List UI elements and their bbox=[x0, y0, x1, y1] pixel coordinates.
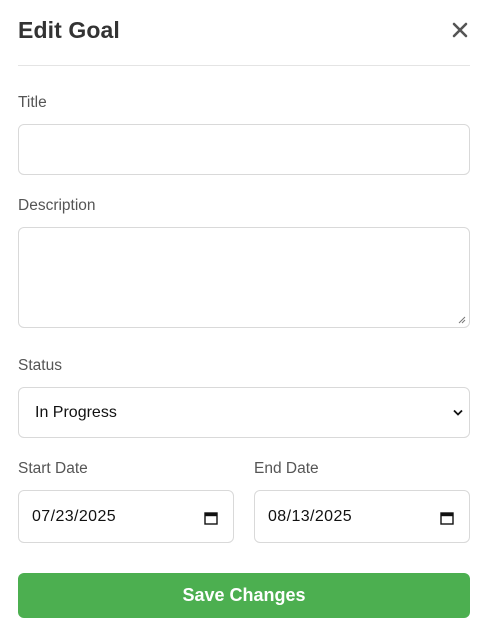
end-date-value: 08/13/2025 bbox=[268, 507, 353, 525]
calendar-icon[interactable] bbox=[204, 511, 218, 525]
save-changes-button[interactable]: Save Changes bbox=[18, 573, 470, 618]
calendar-icon[interactable] bbox=[440, 511, 454, 525]
status-select[interactable]: In Progress bbox=[18, 387, 470, 438]
description-textarea[interactable] bbox=[18, 227, 470, 328]
start-date-label: Start Date bbox=[18, 460, 88, 477]
close-icon[interactable] bbox=[452, 20, 468, 40]
edit-goal-modal: Edit Goal Title Description Status In Pr… bbox=[0, 0, 483, 630]
chevron-down-icon bbox=[453, 409, 463, 416]
end-date-input[interactable]: 08/13/2025 bbox=[254, 490, 470, 543]
end-date-label: End Date bbox=[254, 460, 319, 477]
modal-header: Edit Goal bbox=[18, 0, 470, 66]
description-label: Description bbox=[18, 197, 96, 214]
start-date-value: 07/23/2025 bbox=[32, 507, 117, 525]
status-selected-value: In Progress bbox=[35, 403, 117, 421]
resize-handle-icon[interactable] bbox=[458, 316, 466, 324]
status-label: Status bbox=[18, 357, 62, 374]
start-date-input[interactable]: 07/23/2025 bbox=[18, 490, 234, 543]
title-input[interactable] bbox=[18, 124, 470, 175]
title-label: Title bbox=[18, 94, 47, 111]
modal-title: Edit Goal bbox=[18, 17, 120, 43]
